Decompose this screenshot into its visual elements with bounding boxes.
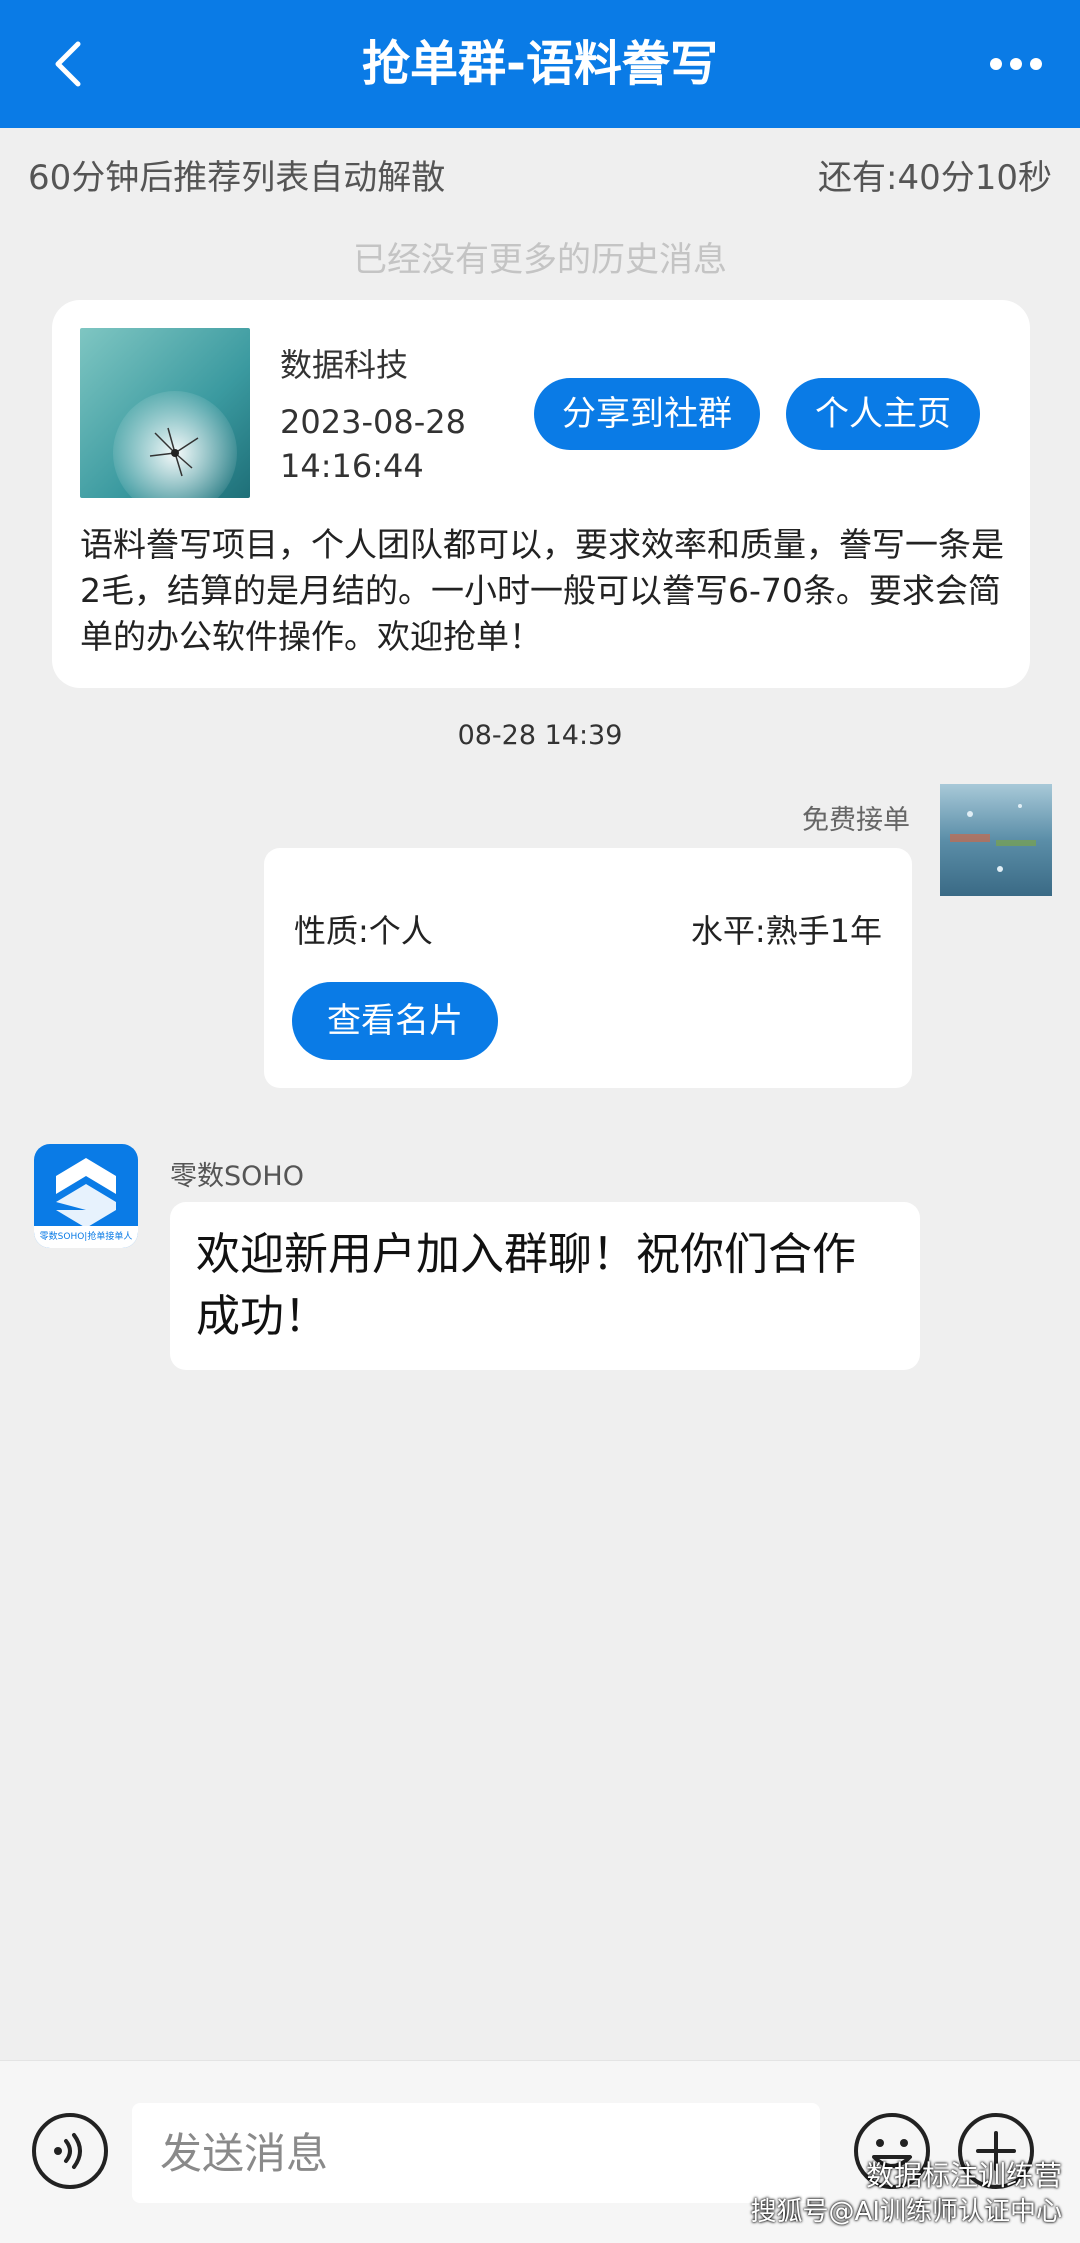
profile-button[interactable]: 个人主页 — [786, 378, 980, 450]
user-avatar[interactable] — [940, 784, 1052, 896]
view-card-button[interactable]: 查看名片 — [292, 982, 498, 1060]
welcome-message: 欢迎新用户加入群聊！祝你们合作成功！ — [170, 1202, 920, 1370]
avatar-caption: 零数SOHO|抢单接单人 — [34, 1226, 138, 1248]
page-title: 抢单群-语料誊写 — [362, 36, 718, 92]
more-dots-icon[interactable] — [986, 40, 1046, 88]
message-timestamp: 08-28 14:39 — [457, 720, 623, 751]
voice-icon[interactable] — [30, 2111, 110, 2191]
top-app-bar: 抢单群-语料誊写 — [0, 0, 1080, 128]
group-dissolve-notice: 60分钟后推荐列表自动解散 还有:40分10秒 — [28, 150, 1052, 200]
dissolve-text: 60分钟后推荐列表自动解散 — [28, 158, 446, 198]
message-text: 欢迎新用户加入群聊！祝你们合作成功！ — [196, 1229, 856, 1342]
share-to-community-button[interactable]: 分享到社群 — [534, 378, 760, 450]
watermark: 数据标注训练营 搜狐号@AI训练师认证中心 — [751, 2158, 1062, 2230]
post-time: 2023-08-28 14:16:44 — [280, 403, 466, 485]
bot-avatar[interactable]: 零数SOHO|抢单接单人 — [34, 1144, 138, 1248]
poster-name: 数据科技 — [280, 346, 409, 384]
nature-label: 性质:个人 — [294, 912, 433, 950]
job-post-card: 数据科技 2023-08-28 14:16:44 分享到社群 个人主页 语料誊写… — [52, 300, 1030, 688]
dandelion-thumbnail[interactable] — [80, 328, 250, 498]
sender-name: 零数SOHO — [170, 1161, 304, 1192]
watermark-line1: 数据标注训练营 — [865, 2159, 1062, 2192]
no-history-label: 已经没有更多的历史消息 — [353, 240, 727, 280]
level-label: 水平:熟手1年 — [690, 912, 882, 950]
message-input[interactable] — [132, 2103, 820, 2203]
countdown-text: 还有:40分10秒 — [818, 158, 1052, 198]
post-body: 语料誊写项目，个人团队都可以，要求效率和质量，誊写一条是2毛，结算的是月结的。一… — [80, 525, 1004, 656]
sender-name: 免费接单 — [802, 805, 910, 836]
watermark-line2: 搜狐号@AI训练师认证中心 — [750, 2197, 1062, 2227]
profile-card-message: 性质:个人 水平:熟手1年 查看名片 — [264, 848, 912, 1088]
